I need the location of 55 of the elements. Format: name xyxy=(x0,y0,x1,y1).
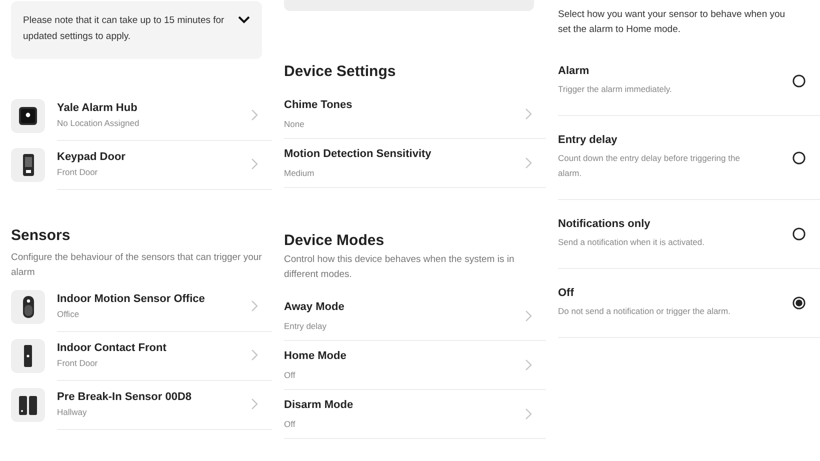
chevron-down-icon[interactable] xyxy=(238,16,250,24)
setting-value: Off xyxy=(284,419,296,429)
door-sensor-icon xyxy=(11,388,45,422)
device-name: Indoor Motion Sensor Office xyxy=(57,293,206,305)
device-name: Keypad Door xyxy=(57,151,126,163)
keypad-device-icon xyxy=(11,148,45,182)
option-description: Do not send a notification or trigger the alarm. xyxy=(558,305,732,318)
option-label: Alarm xyxy=(558,65,590,77)
option-label: Off xyxy=(558,287,575,299)
chevron-right-icon xyxy=(251,158,258,170)
device-location: Front Door xyxy=(57,358,99,368)
device-location: Office xyxy=(57,309,80,319)
radio-button[interactable] xyxy=(792,150,806,164)
setting-name: Home Mode xyxy=(284,350,348,362)
setting-value: Off xyxy=(284,370,296,380)
setting-value: None xyxy=(284,119,306,129)
chevron-right-icon xyxy=(251,398,258,410)
section-title: Sensors xyxy=(11,227,72,244)
motion-sensor-icon xyxy=(11,290,45,324)
radio-button[interactable] xyxy=(792,296,806,310)
setting-value: Medium xyxy=(284,168,316,178)
device-location: No Location Assigned xyxy=(57,118,140,128)
option-description: Count down the entry delay before triggering the alarm. xyxy=(558,152,741,180)
option-description: Trigger the alarm immediately. xyxy=(558,83,673,96)
setting-name: Disarm Mode xyxy=(284,399,354,411)
section-title: Device Modes xyxy=(284,232,386,249)
option-label: Notifications only xyxy=(558,218,652,230)
section-description: Configure the behaviour of the sensors that can trigger your alarm xyxy=(11,251,263,280)
setting-name: Motion Detection Sensitivity xyxy=(284,148,432,160)
chevron-right-icon xyxy=(525,157,532,169)
setting-value: Entry delay xyxy=(284,321,328,331)
chevron-right-icon xyxy=(251,109,258,121)
device-name: Yale Alarm Hub xyxy=(57,102,138,114)
device-location: Hallway xyxy=(57,407,88,417)
device-location: Front Door xyxy=(57,167,99,177)
chevron-right-icon xyxy=(525,359,532,371)
notice-text: Please note that it can take up to 15 minutes for updated settings to apply. xyxy=(23,14,226,44)
chevron-right-icon xyxy=(525,408,532,420)
chevron-right-icon xyxy=(251,349,258,361)
option-description: Send a notification when it is activated. xyxy=(558,236,706,249)
radio-button[interactable] xyxy=(792,74,806,88)
device-name: Pre Break-In Sensor 00D8 xyxy=(57,391,193,403)
setting-name: Chime Tones xyxy=(284,99,354,111)
setting-name: Away Mode xyxy=(284,301,346,313)
chevron-right-icon xyxy=(525,108,532,120)
section-description: Control how this device behaves when the system is in different modes. xyxy=(284,253,516,282)
device-name: Indoor Contact Front xyxy=(57,342,168,354)
hub-device-icon xyxy=(11,98,45,132)
option-label: Entry delay xyxy=(558,134,618,146)
section-description: Select how you want your sensor to behave when you set the alarm to Home mode. xyxy=(558,8,786,37)
contact-sensor-icon xyxy=(11,338,45,372)
section-title: Device Settings xyxy=(284,63,397,80)
chevron-right-icon xyxy=(251,300,258,312)
chevron-right-icon xyxy=(525,310,532,322)
radio-button[interactable] xyxy=(792,227,806,241)
